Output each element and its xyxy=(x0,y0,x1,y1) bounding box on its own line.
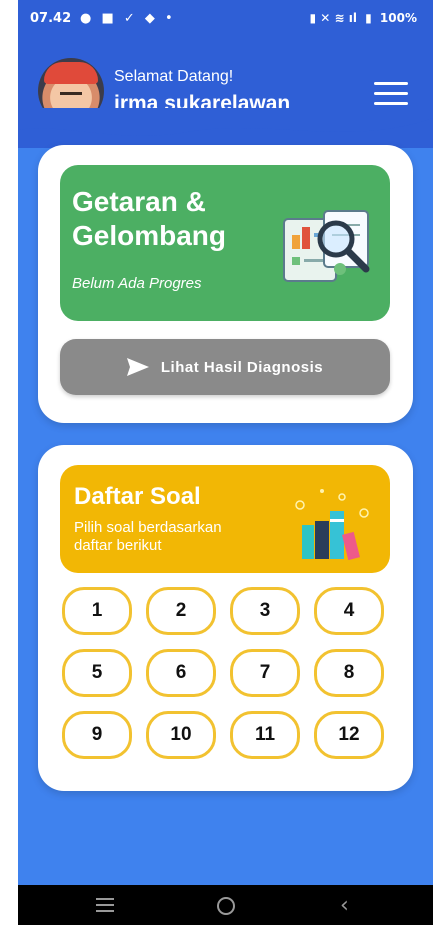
avatar-hat xyxy=(44,62,98,84)
recent-apps-icon[interactable] xyxy=(96,898,114,916)
battery-level: 100% xyxy=(379,11,417,25)
status-time: 07.42 xyxy=(30,11,72,26)
question-button[interactable]: 3 xyxy=(230,587,300,635)
battery-icon: ▮ xyxy=(365,11,372,25)
greeting-text: Selamat Datang! xyxy=(114,68,234,85)
question-button[interactable]: 4 xyxy=(314,587,384,635)
back-icon[interactable]: ‹ xyxy=(340,893,349,918)
question-list-card: Daftar Soal Pilih soal berdasarkan dafta… xyxy=(38,445,413,791)
topic-title: Getaran & Gelombang xyxy=(72,186,227,251)
question-button[interactable]: 2 xyxy=(146,587,216,635)
question-button[interactable]: 8 xyxy=(314,649,384,697)
question-list-banner: Daftar Soal Pilih soal berdasarkan dafta… xyxy=(60,465,390,573)
view-diagnosis-button[interactable]: Lihat Hasil Diagnosis xyxy=(60,339,390,395)
question-button[interactable]: 5 xyxy=(62,649,132,697)
question-button[interactable]: 1 xyxy=(62,587,132,635)
question-list-title: Daftar Soal xyxy=(74,483,201,510)
phone-screen: 07.42 ● ■ ✓ ◆ • ▮ ✕ ≋ ıl ▮ 100% Selamat … xyxy=(18,0,433,925)
home-icon[interactable] xyxy=(217,897,235,915)
question-button[interactable]: 10 xyxy=(146,711,216,759)
question-button[interactable]: 9 xyxy=(62,711,132,759)
menu-icon[interactable] xyxy=(374,82,408,106)
topic-card: Getaran & Gelombang Belum Ada Progres Li… xyxy=(38,145,413,423)
question-button[interactable]: 7 xyxy=(230,649,300,697)
signal-icon: ▮ ✕ ≋ ıl xyxy=(309,11,357,25)
send-icon xyxy=(126,358,149,376)
books-illustration-icon xyxy=(295,489,369,561)
analysis-illustration-icon xyxy=(283,210,370,282)
avatar-face xyxy=(60,92,82,99)
system-nav-bar: ‹ xyxy=(18,885,433,925)
question-button[interactable]: 12 xyxy=(314,711,384,759)
question-button[interactable]: 6 xyxy=(146,649,216,697)
header-wave xyxy=(18,108,433,136)
status-bar: 07.42 ● ■ ✓ ◆ • ▮ ✕ ≋ ıl ▮ 100% xyxy=(18,0,433,38)
view-diagnosis-label: Lihat Hasil Diagnosis xyxy=(160,358,324,376)
question-list-subtitle: Pilih soal berdasarkan daftar berikut xyxy=(74,519,222,554)
question-button[interactable]: 11 xyxy=(230,711,300,759)
topic-progress: Belum Ada Progres xyxy=(72,275,202,292)
status-indicators: ▮ ✕ ≋ ıl ▮ 100% xyxy=(309,11,417,25)
notification-icons: ● ■ ✓ ◆ • xyxy=(80,11,176,26)
topic-banner[interactable]: Getaran & Gelombang Belum Ada Progres xyxy=(60,165,390,321)
